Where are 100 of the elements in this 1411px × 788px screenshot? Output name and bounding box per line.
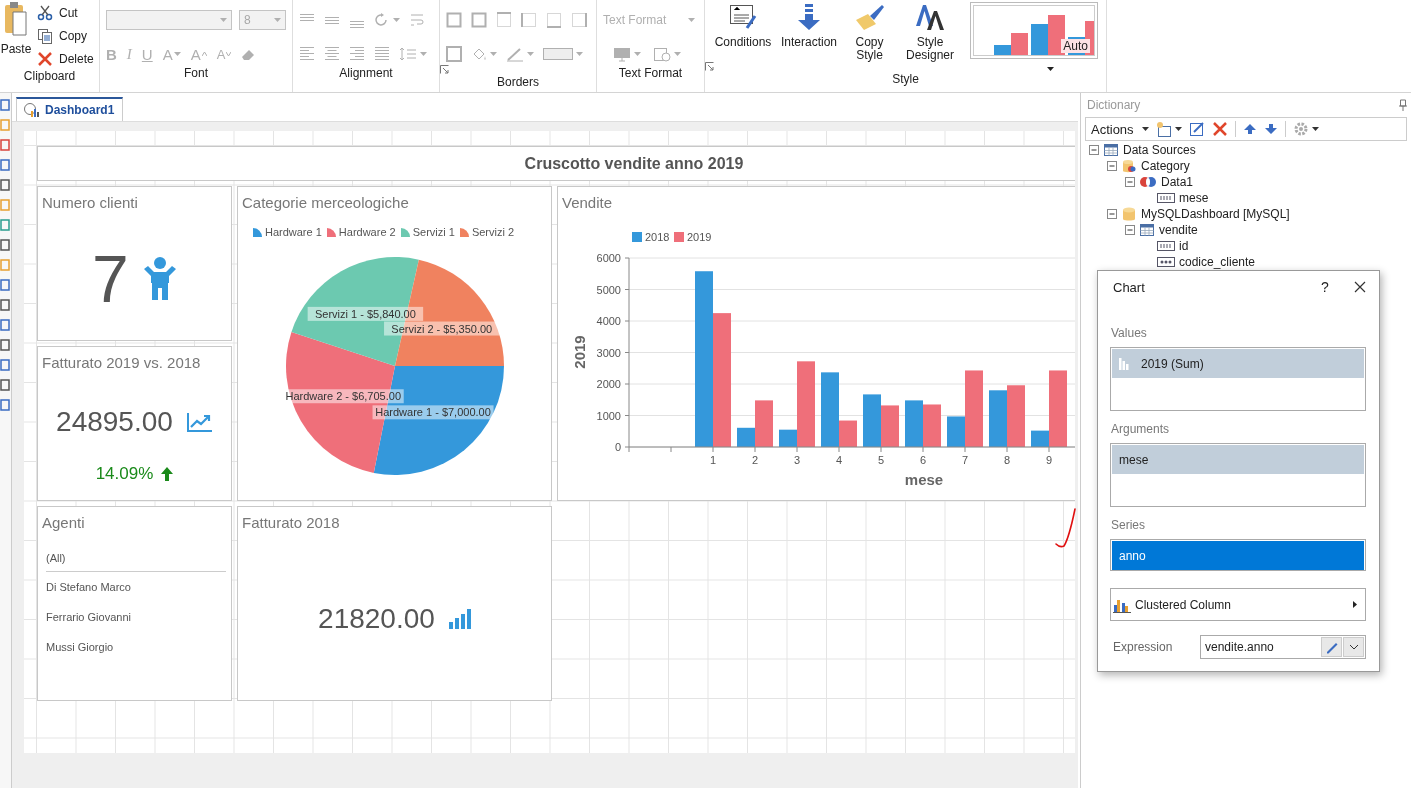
actions-menu[interactable]: Actions [1090,121,1149,137]
document-tab[interactable]: Dashboard1 [15,97,124,121]
tree-item[interactable]: mese [1178,191,1209,205]
field-list[interactable]: mese [1110,443,1366,507]
border-icon[interactable] [471,12,487,28]
move-down-icon[interactable] [1263,122,1278,136]
field-list[interactable]: 2019 (Sum) [1110,347,1366,411]
list-item[interactable]: (All) [45,552,66,564]
toolbox-icon[interactable] [0,379,11,391]
dashboard-panel[interactable]: Numero clienti 7 [36,186,232,341]
border-icon[interactable] [496,12,512,28]
toolbox-icon[interactable] [0,319,11,331]
dashboard-panel[interactable]: Agenti (All) Di Stefano Marco Ferrario Giovanni Mussi Giorgio [36,506,232,701]
tree-item[interactable]: codice_cliente [1178,255,1256,269]
border-icon[interactable] [571,12,587,28]
toolbox-icon[interactable] [0,239,11,251]
monitor-icon[interactable] [613,46,631,62]
caret-icon[interactable] [1047,67,1054,71]
table-icon [1138,223,1155,237]
caret-icon[interactable] [1311,127,1319,131]
submenu-arrow-icon [1353,601,1357,608]
list-item[interactable]: Di Stefano Marco [45,581,131,593]
wrap-text-icon[interactable] [409,12,425,28]
calendar-icon[interactable] [653,46,671,62]
chevron-down-icon[interactable] [1348,644,1359,650]
data-label: Servizi 1 - $5,840.00 [314,307,416,320]
tick-label: 5000 [596,283,621,296]
collapse-icon[interactable] [1124,225,1135,235]
toolbox-icon[interactable] [0,339,11,351]
pin-icon[interactable] [1399,99,1407,111]
bar [862,394,881,447]
tree-item[interactable]: vendite [1158,223,1198,237]
delete-button[interactable]: Delete [37,50,94,68]
list-item[interactable]: Ferrario Giovanni [45,611,131,623]
align-horizontal-icon[interactable] [324,46,340,62]
caret-icon[interactable] [1174,127,1182,131]
fill-bucket-icon[interactable] [471,46,487,62]
align-horizontal-icon[interactable] [299,46,315,62]
dialog-launcher-icon[interactable] [705,62,714,71]
number-field-icon [1156,192,1175,204]
list-item[interactable]: Mussi Giorgio [45,641,114,653]
legend-label: Servizi 2 [471,226,515,238]
interaction-button[interactable]: Interaction [781,2,837,49]
tree-item[interactable]: Data Sources [1122,143,1196,157]
pen-icon[interactable] [506,46,524,62]
toolbox-icon[interactable] [0,139,11,151]
border-icon[interactable] [446,46,462,62]
tree-item[interactable]: MySQLDashboard [MySQL] [1140,207,1290,221]
person-icon [142,255,177,302]
dashboard-panel[interactable]: Categorie merceologiche Hardware 1 Hardware 2 Servizi 1 Servizi 2 Servizi 1 - $5,840.00 Servizi 2 - $5,350.00 Hardware 2 - $6,705.00 Hardware 1 - $7,000.00 [236,186,552,501]
tree-item[interactable]: id [1178,239,1189,253]
tick-label: 7 [961,454,969,466]
collapse-icon[interactable] [1106,209,1117,219]
collapse-icon[interactable] [1106,161,1117,171]
dialog-launcher-icon[interactable] [440,65,449,74]
toolbox-icon[interactable] [0,299,11,311]
cut-button[interactable]: Cut [37,4,94,22]
expression-field[interactable]: vendite.anno [1200,635,1366,659]
collapse-icon[interactable] [1088,145,1099,155]
tree-item[interactable]: Data1 [1160,175,1193,189]
dashboard-panel[interactable]: Fatturato 2018 21820.00 [236,506,552,701]
close-icon[interactable] [1354,281,1366,293]
dashboard-panel[interactable]: Vendite 2018 2019 0 1000 2000 3000 4000 5000 6000 1 2 3 4 5 6 7 8 9 mese 2019 [556,186,1075,501]
list-item[interactable]: anno [1112,541,1364,570]
list-item[interactable]: mese [1112,445,1364,474]
toolbox-icon[interactable] [0,399,11,411]
move-up-icon[interactable] [1242,122,1257,136]
border-icon[interactable] [521,12,537,28]
toolbox-icon[interactable] [0,279,11,291]
legend-label: Servizi 1 [412,226,455,238]
line-spacing-icon[interactable] [399,46,417,62]
rotate-icon[interactable] [374,12,390,28]
toolbox-icon[interactable] [0,359,11,371]
new-source-icon[interactable] [1155,121,1172,137]
toolbox-icon[interactable] [0,179,11,191]
align-horizontal-icon[interactable] [349,46,365,62]
trend-icon [186,411,213,432]
tick-label: 3 [793,454,801,466]
border-style-icon[interactable] [543,47,573,61]
help-button[interactable]: ? [1310,279,1340,295]
dashboard-panel[interactable]: Fatturato 2019 vs. 2018 24895.00 14.09% [36,346,232,501]
list-item[interactable]: 2019 (Sum) [1112,349,1364,378]
tree-item[interactable]: Category [1140,159,1190,173]
delete-icon[interactable] [1211,121,1228,137]
chart-type-selector[interactable]: Clustered Column [1110,588,1366,621]
database-icon [1120,206,1137,222]
down-chevron-icon [226,52,232,56]
conditions-button[interactable]: Conditions [715,2,771,49]
pencil-icon[interactable] [1324,640,1339,654]
toolbox-icon[interactable] [0,219,11,231]
collapse-icon[interactable] [1124,177,1135,187]
copy-button[interactable]: Copy [37,27,94,45]
toolbox-icon[interactable] [0,99,11,111]
style-designer-button[interactable]: Style Designer [902,2,958,62]
border-icon[interactable] [546,12,562,28]
paste-button[interactable]: Paste [0,2,32,68]
toolbox-icon[interactable] [0,159,11,171]
edit-icon[interactable] [1188,121,1205,137]
copy-style-button[interactable]: Copy Style [847,2,892,62]
align-horizontal-icon[interactable] [374,46,390,62]
